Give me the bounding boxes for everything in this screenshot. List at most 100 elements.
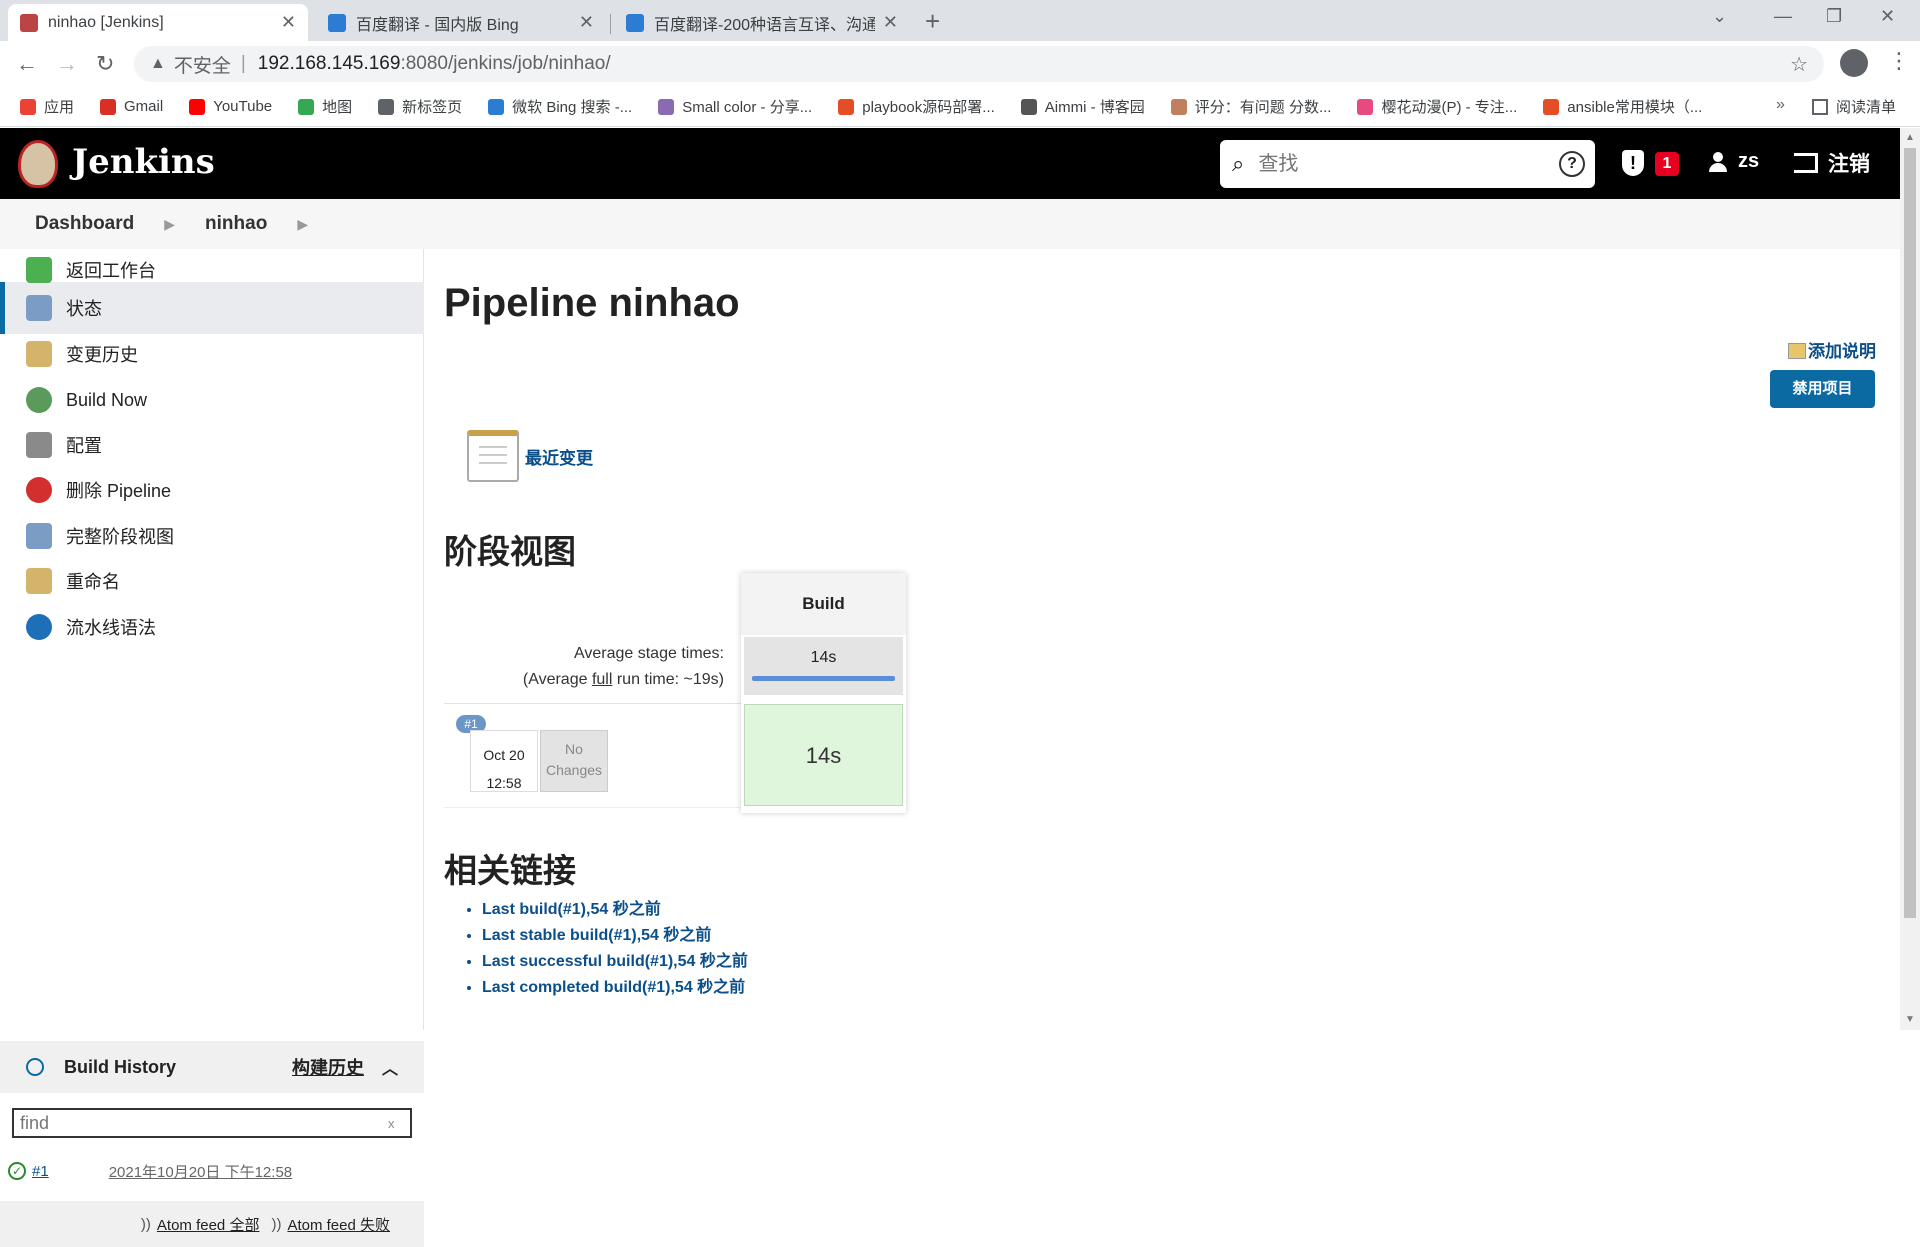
recent-changes-link[interactable]: 最近变更	[525, 444, 593, 469]
run-date: Oct 20	[483, 747, 525, 763]
user-menu[interactable]: zs	[1708, 150, 1759, 173]
bookmark-item[interactable]: 地图	[298, 96, 352, 117]
build-number-link[interactable]: #1	[32, 1163, 49, 1180]
alert-count-badge[interactable]: 1	[1655, 152, 1679, 176]
add-description-link[interactable]: 添加说明	[1788, 337, 1876, 362]
clear-filter-icon[interactable]: x	[388, 1116, 395, 1131]
bookmark-favicon-icon	[378, 98, 395, 115]
atom-feeds: )) Atom feed 全部 )) Atom feed 失败	[0, 1201, 424, 1247]
close-window-icon[interactable]: ✕	[1880, 6, 1895, 27]
breadcrumb-chevron-icon[interactable]: ▶	[164, 216, 175, 233]
user-icon	[1708, 151, 1728, 172]
run-date-card[interactable]: Oct 20 12:58	[470, 730, 538, 792]
bookmark-item[interactable]: ansible常用模块（...	[1543, 96, 1702, 117]
browser-tab-baidu[interactable]: 百度翻译-200种语言互译、沟通全 ✕	[614, 4, 910, 41]
tab-title: ninhao [Jenkins]	[48, 13, 164, 31]
rss-icon: ))	[140, 1215, 151, 1233]
bookmark-item[interactable]: Small color - 分享...	[658, 96, 812, 117]
sidebar-item[interactable]: 返回工作台	[0, 244, 424, 296]
profile-avatar[interactable]	[1840, 49, 1868, 77]
bookmark-item[interactable]: 樱花动漫(P) - 专注...	[1357, 96, 1517, 117]
breadcrumb-job[interactable]: ninhao	[205, 213, 267, 235]
sidebar-item[interactable]: 变更历史	[0, 328, 424, 380]
run-changes-card[interactable]: No Changes	[540, 730, 608, 792]
no-entry-icon	[26, 477, 52, 503]
collapse-chevron-icon[interactable]: ︿	[382, 1055, 398, 1079]
bookmark-label: 樱花动漫(P) - 专注...	[1381, 99, 1518, 116]
jenkins-brand[interactable]: Jenkins	[72, 142, 215, 182]
scrollbar-thumb[interactable]	[1904, 148, 1916, 918]
bookmark-item[interactable]: YouTube	[189, 98, 272, 115]
username: zs	[1738, 150, 1760, 172]
related-link[interactable]: Last successful build(#1),54 秒之前	[482, 947, 748, 973]
recent-changes[interactable]: 最近变更	[467, 430, 593, 482]
bookmarks-more-icon[interactable]: »	[1776, 96, 1785, 114]
build-history-title: Build History	[64, 1056, 177, 1077]
sidebar-item[interactable]: 删除 Pipeline	[0, 464, 424, 516]
sidebar-item[interactable]: 完整阶段视图	[0, 510, 424, 562]
bookmark-item[interactable]: 微软 Bing 搜索 -...	[488, 96, 632, 117]
new-tab-icon[interactable]: +	[925, 6, 940, 37]
disable-project-button[interactable]: 禁用项目	[1770, 370, 1875, 408]
scroll-up-icon[interactable]: ▲	[1905, 132, 1915, 143]
restore-icon[interactable]: ❐	[1826, 6, 1842, 27]
logout-button[interactable]: 注销	[1794, 148, 1870, 178]
stage-column-build: Build 14s 14s	[741, 573, 906, 813]
related-link[interactable]: Last stable build(#1),54 秒之前	[482, 921, 748, 947]
bookmark-label: YouTube	[213, 98, 273, 115]
atom-feed-all-link[interactable]: Atom feed 全部	[157, 1214, 260, 1235]
sidebar-item-label: 完整阶段视图	[66, 527, 174, 547]
bookmark-favicon-icon	[488, 98, 505, 115]
build-filter-input[interactable]	[14, 1112, 384, 1134]
stage-result-cell[interactable]: 14s	[744, 704, 903, 806]
build-history-title-cn[interactable]: 构建历史	[292, 1054, 364, 1080]
sidebar-item[interactable]: 配置	[0, 419, 424, 471]
minimize-icon[interactable]: —	[1774, 6, 1792, 27]
sidebar-item[interactable]: 重命名	[0, 555, 424, 607]
reading-list-button[interactable]: 阅读清单	[1812, 96, 1896, 117]
help-icon	[26, 614, 52, 640]
bookmark-item[interactable]: Gmail	[100, 98, 163, 115]
bookmark-label: Gmail	[124, 98, 164, 115]
browser-menu-icon[interactable]: ⋮	[1888, 48, 1910, 74]
search-icon: ⌕	[1232, 151, 1245, 176]
sidebar-item[interactable]: Build Now	[0, 374, 424, 426]
build-date-link[interactable]: 2021年10月20日 下午12:58	[109, 1161, 292, 1182]
reload-icon[interactable]: ↻	[96, 51, 114, 77]
breadcrumb-dashboard[interactable]: Dashboard	[35, 213, 134, 235]
bookmark-favicon-icon	[189, 98, 206, 115]
bookmark-item[interactable]: playbook源码部署...	[838, 96, 995, 117]
scroll-down-icon[interactable]: ▼	[1905, 1014, 1915, 1025]
forward-icon[interactable]: →	[56, 51, 78, 77]
close-tab-icon[interactable]: ✕	[883, 12, 898, 33]
bookmark-favicon-icon	[1543, 98, 1560, 115]
sidebar-item-label: 状态	[66, 299, 102, 319]
full-run-link[interactable]: full	[592, 671, 612, 688]
related-link[interactable]: Last completed build(#1),54 秒之前	[482, 973, 748, 999]
bookmark-item[interactable]: Aimmi - 博客园	[1020, 96, 1145, 117]
help-icon[interactable]: ?	[1559, 151, 1585, 177]
browser-tab-bing[interactable]: 百度翻译 - 国内版 Bing ✕	[316, 4, 606, 41]
bookmark-item[interactable]: 应用	[20, 96, 74, 117]
sidebar-item[interactable]: 流水线语法	[0, 601, 424, 653]
back-icon[interactable]: ←	[16, 51, 38, 77]
bookmark-favicon-icon	[1020, 98, 1037, 115]
jenkins-logo-icon[interactable]	[18, 140, 58, 188]
reading-list-label: 阅读清单	[1836, 99, 1897, 116]
tab-search-icon[interactable]: ⌄	[1712, 6, 1727, 27]
close-tab-icon[interactable]: ✕	[281, 12, 296, 33]
build-history-header[interactable]: Build History 构建历史 ︿	[0, 1041, 424, 1093]
page-scrollbar[interactable]: ▲ ▼	[1900, 128, 1920, 1030]
close-tab-icon[interactable]: ✕	[579, 12, 594, 33]
search-input[interactable]	[1258, 152, 1529, 176]
breadcrumb-chevron-icon[interactable]: ▶	[297, 216, 308, 233]
bookmark-item[interactable]: 评分：有问题 分数...	[1170, 96, 1331, 117]
security-shield-icon[interactable]: !	[1622, 150, 1644, 176]
browser-tab-jenkins[interactable]: ninhao [Jenkins] ✕	[8, 4, 308, 41]
address-bar[interactable]: ▲ 不安全 | 192.168.145.169 :8080/jenkins/jo…	[134, 46, 1824, 82]
sidebar-item-label: 重命名	[66, 572, 120, 592]
bookmark-item[interactable]: 新标签页	[378, 96, 462, 117]
related-link[interactable]: Last build(#1),54 秒之前	[482, 895, 748, 921]
atom-feed-fail-link[interactable]: Atom feed 失败	[287, 1214, 390, 1235]
bookmark-star-icon[interactable]: ☆	[1790, 52, 1808, 77]
